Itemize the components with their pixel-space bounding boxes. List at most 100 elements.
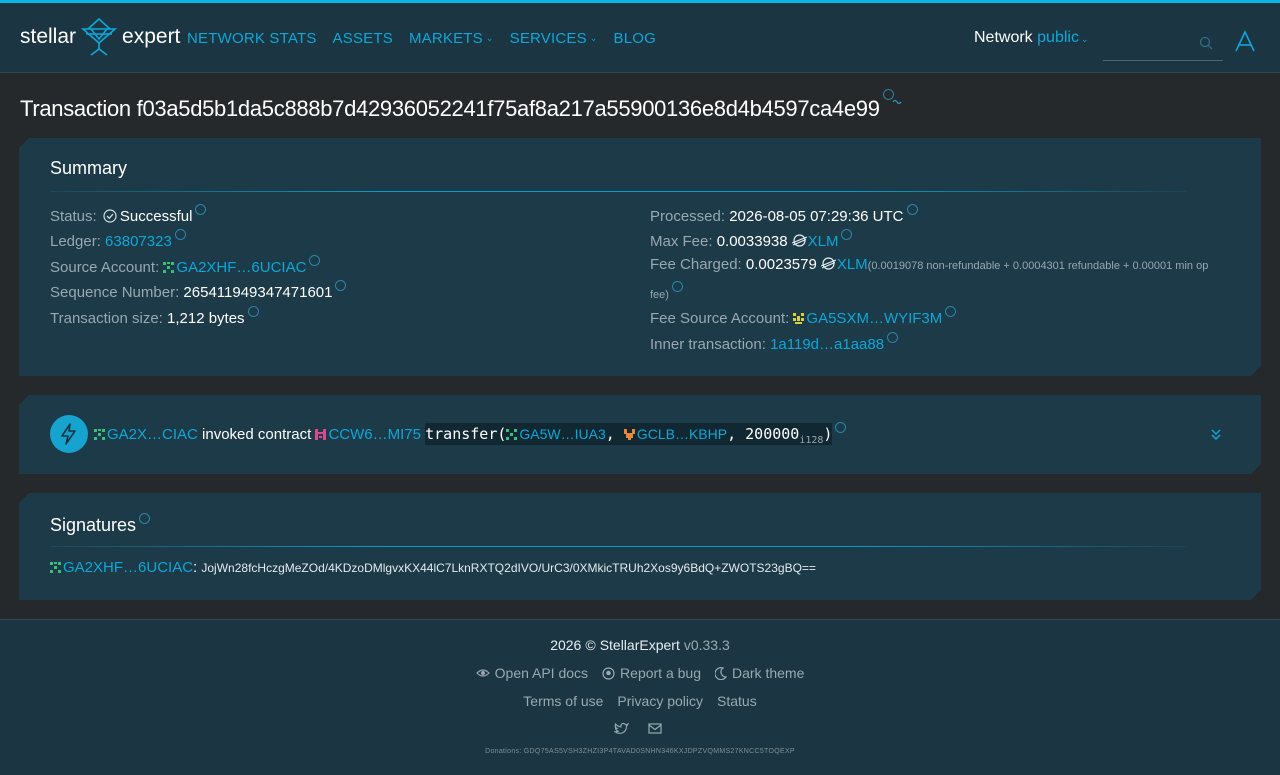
xlm-asset-link[interactable]: XLM xyxy=(837,256,868,273)
info-icon[interactable] xyxy=(945,306,956,317)
info-icon[interactable] xyxy=(309,255,320,266)
chevron-down-icon: ⌄ xyxy=(485,32,494,43)
sequence-row: Sequence Number: 265411949347471601 xyxy=(50,280,346,303)
size-row: Transaction size: 1,212 bytes xyxy=(50,306,259,329)
summary-card: Summary Status: Successful Ledger: 63807… xyxy=(19,138,1261,376)
arg-to-link[interactable]: GCLB…KBHP xyxy=(637,426,727,442)
xlm-icon xyxy=(821,257,836,270)
nav-services[interactable]: SERVICES ⌄ xyxy=(510,30,598,47)
info-icon[interactable] xyxy=(672,281,683,292)
report-bug-link[interactable]: Report a bug xyxy=(602,665,701,681)
arg-amount: 200000 xyxy=(745,425,800,443)
arg-separator: , xyxy=(727,425,746,443)
contract-identicon-icon xyxy=(315,429,326,440)
link-label: Dark theme xyxy=(732,665,805,681)
footer-links-secondary: Terms of use Privacy policy Status xyxy=(0,693,1280,709)
signer-account-link[interactable]: GA2XHF…6UCIAC xyxy=(63,559,193,576)
account-identicon-icon xyxy=(506,429,517,440)
nav-label: MARKETS xyxy=(408,29,483,47)
info-icon[interactable] xyxy=(835,422,846,433)
source-account-row: Source Account: GA2XHF…6UCIAC xyxy=(50,255,320,278)
network-label: Network xyxy=(974,29,1033,46)
source-account-link[interactable]: GA2XHF…6UCIAC xyxy=(176,259,306,276)
email-icon[interactable] xyxy=(647,723,667,734)
size-value: 1,212 bytes xyxy=(167,310,245,327)
logo-text-left: stellar xyxy=(20,25,77,48)
footer-links-primary: Open API docs Report a bug Dark theme xyxy=(0,665,1280,681)
search-input[interactable] xyxy=(1103,27,1198,57)
signature-colon: : xyxy=(193,559,198,576)
xlm-asset-link[interactable]: XLM xyxy=(808,233,839,250)
nav-label: NETWORK STATS xyxy=(187,29,317,47)
status-label: Status: xyxy=(50,208,97,225)
inner-tx-label: Inner transaction: xyxy=(650,336,766,353)
twitter-icon[interactable] xyxy=(613,722,634,735)
double-chevron-down-icon[interactable] xyxy=(1209,427,1223,441)
footer-brand: StellarExpert xyxy=(599,637,680,653)
info-icon[interactable] xyxy=(841,229,852,240)
nav-markets[interactable]: MARKETS ⌄ xyxy=(409,30,494,47)
nav-assets[interactable]: ASSETS xyxy=(333,30,393,47)
main-nav: NETWORK STATS ASSETS MARKETS ⌄ SERVICES ⌄ … xyxy=(187,3,672,73)
info-icon[interactable] xyxy=(887,332,898,343)
search-box xyxy=(1103,27,1223,61)
copyright-year: 2026 xyxy=(550,637,582,653)
signature-row: GA2XHF…6UCIAC: JojWn28fcHczgMeZOd/4KDzoD… xyxy=(50,558,816,578)
account-identicon-icon xyxy=(50,562,61,573)
terms-link[interactable]: Terms of use xyxy=(523,693,603,709)
signatures-card: Signatures GA2XHF…6UCIAC: JojWn28fcHczgM… xyxy=(19,493,1261,600)
info-icon[interactable] xyxy=(248,306,259,317)
operation-verb: invoked contract xyxy=(202,426,312,443)
open-api-docs-link[interactable]: Open API docs xyxy=(475,665,588,681)
max-fee-row: Max Fee: 0.0033938 XLM xyxy=(650,229,852,252)
processed-row: Processed: 2026-08-05 07:29:36 UTC xyxy=(650,204,918,227)
footer-social xyxy=(0,722,1280,735)
link-icon[interactable] xyxy=(892,98,902,106)
info-icon[interactable] xyxy=(175,229,186,240)
moon-icon xyxy=(715,666,727,680)
privacy-link[interactable]: Privacy policy xyxy=(617,693,703,709)
arg-amount-type: i128 xyxy=(799,435,824,446)
page-title: Transaction f03a5d5b1da5c888b7d429360522… xyxy=(20,88,902,122)
nav-network-stats[interactable]: NETWORK STATS xyxy=(187,30,317,47)
sequence-value: 265411949347471601 xyxy=(183,284,333,301)
fee-charged-label: Fee Charged: xyxy=(650,256,742,273)
nav-blog[interactable]: BLOG xyxy=(614,30,656,47)
heading-divider xyxy=(50,191,1186,192)
signatures-heading-text: Signatures xyxy=(50,515,137,535)
nav-label: SERVICES xyxy=(509,29,587,47)
donations-address[interactable]: Donations: GDQ75AS5VSH3ZHZI3P4TAVAD0SNHN… xyxy=(485,748,795,755)
info-icon[interactable] xyxy=(139,513,150,524)
ledger-link[interactable]: 63807323 xyxy=(105,233,172,250)
heading-divider xyxy=(50,546,1186,547)
info-icon[interactable] xyxy=(335,280,346,291)
contract-link[interactable]: CCW6…MI75 xyxy=(328,426,421,443)
info-icon[interactable] xyxy=(907,204,918,215)
status-value: Successful xyxy=(119,208,193,225)
github-icon xyxy=(602,666,615,680)
contract-call: transfer(GA5W…IUA3, GCLB…KBHP, 200000i12… xyxy=(425,423,832,445)
info-icon[interactable] xyxy=(195,204,206,215)
invoker-account-link[interactable]: GA2X…CIAC xyxy=(107,426,198,443)
search-icon[interactable] xyxy=(1199,36,1213,50)
inner-tx-link[interactable]: 1a119d…a1aa88 xyxy=(770,336,884,353)
arg-from-link[interactable]: GA5W…IUA3 xyxy=(519,426,605,442)
dark-theme-toggle[interactable]: Dark theme xyxy=(715,665,804,681)
call-close: ) xyxy=(823,425,833,443)
size-label: Transaction size: xyxy=(50,310,163,327)
status-link[interactable]: Status xyxy=(717,693,757,709)
xlm-icon xyxy=(792,234,807,247)
site-footer: 2026 © StellarExpert v0.33.3 Open API do… xyxy=(0,619,1280,775)
account-login-icon[interactable] xyxy=(1234,30,1256,52)
link-label: Report a bug xyxy=(620,665,701,681)
chevron-down-icon: ⌄ xyxy=(589,32,598,43)
operation-card[interactable]: GA2X…CIAC invoked contract CCW6…MI75 tra… xyxy=(19,395,1261,474)
footer-version: v0.33.3 xyxy=(683,637,730,653)
account-identicon-icon xyxy=(624,429,635,440)
fee-source-link[interactable]: GA5SXM…WYIF3M xyxy=(806,310,942,327)
logo[interactable]: stellar expert xyxy=(20,17,180,57)
network-selector[interactable]: Network public ⌄ xyxy=(974,29,1089,47)
fee-breakdown: (0.0019078 non-refundable + 0.0004301 re… xyxy=(867,260,1209,272)
eye-icon xyxy=(475,669,490,677)
fee-charged-value: 0.0023579 xyxy=(745,256,817,273)
